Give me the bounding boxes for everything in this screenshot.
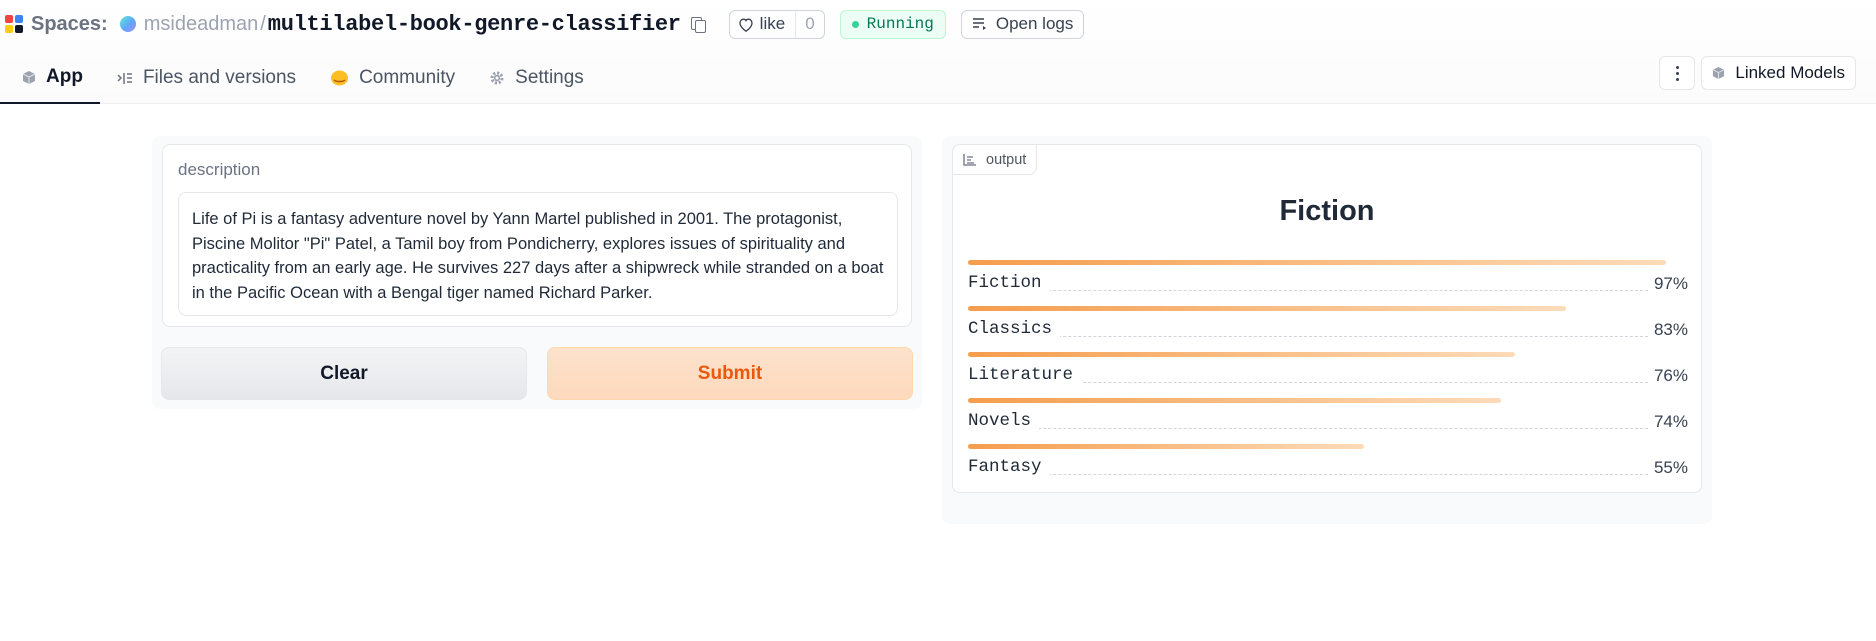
- more-options-button[interactable]: [1659, 56, 1696, 90]
- confidence-bar: [968, 352, 1515, 357]
- status-badge[interactable]: Running: [839, 9, 946, 39]
- tab-files-label: Files and versions: [142, 67, 297, 88]
- top-label: Fiction: [1279, 195, 1375, 227]
- spaces-logo-icon[interactable]: [5, 15, 23, 33]
- output-tag-label: output: [986, 151, 1027, 168]
- submit-button[interactable]: Submit: [547, 347, 913, 400]
- path-separator: /: [260, 12, 266, 35]
- chart-icon: [963, 153, 976, 166]
- files-icon: [117, 72, 132, 84]
- output-panel: output Fiction Fiction 97% Classics 83% …: [942, 136, 1712, 524]
- linked-models-button[interactable]: Linked Models: [1701, 56, 1856, 90]
- confidence-bar: [968, 260, 1666, 265]
- confidence-row[interactable]: Classics 83%: [968, 306, 1688, 352]
- confidence-label: Fiction: [968, 273, 1050, 293]
- status-dot-icon: [851, 20, 859, 28]
- confidence-percent: 83%: [1649, 320, 1688, 340]
- confidence-row[interactable]: Fantasy 55%: [968, 444, 1688, 490]
- copy-icon[interactable]: [689, 15, 707, 33]
- confidence-percent: 74%: [1649, 412, 1688, 432]
- tab-community-label: Community: [359, 67, 456, 88]
- input-panel: description Life of Pi is a fantasy adve…: [152, 136, 922, 409]
- space-tabs: App Files and versions Community Setting…: [0, 52, 601, 104]
- confidence-bar: [968, 306, 1566, 311]
- owner-link[interactable]: msideadman: [144, 13, 259, 36]
- confidence-label: Classics: [968, 319, 1061, 339]
- tab-settings-label: Settings: [515, 67, 584, 88]
- confidence-dots: [968, 336, 1648, 337]
- output-block: output Fiction Fiction 97% Classics 83% …: [952, 144, 1702, 493]
- owner-avatar[interactable]: [119, 16, 136, 32]
- cube-icon: [22, 70, 36, 84]
- like-label: like: [759, 14, 786, 33]
- confidence-bar: [968, 444, 1364, 449]
- tab-files[interactable]: Files and versions: [100, 52, 313, 104]
- repo-name-link[interactable]: multilabel-book-genre-classifier: [268, 12, 681, 37]
- tab-community[interactable]: Community: [313, 52, 472, 104]
- description-textarea[interactable]: Life of Pi is a fantasy adventure novel …: [178, 192, 898, 316]
- tab-app-label: App: [46, 66, 83, 87]
- space-header: Spaces: msideadman / multilabel-book-gen…: [0, 0, 1876, 104]
- confidence-dots: [968, 428, 1648, 429]
- header-tools: Linked Models: [1659, 56, 1856, 90]
- confidence-dots: [968, 290, 1648, 291]
- confidence-percent: 76%: [1649, 366, 1688, 386]
- cube-icon: [1713, 66, 1725, 80]
- confidence-label: Fantasy: [968, 457, 1050, 477]
- confidence-row[interactable]: Fiction 97%: [968, 260, 1688, 306]
- confidence-dots: [968, 474, 1648, 475]
- confidence-percent: 55%: [1649, 458, 1688, 478]
- description-block: description Life of Pi is a fantasy adve…: [162, 144, 912, 327]
- open-logs-label: Open logs: [995, 14, 1074, 33]
- heart-icon: [739, 17, 753, 32]
- logs-icon: [972, 18, 986, 30]
- confidence-row[interactable]: Literature 76%: [968, 352, 1688, 398]
- tab-app[interactable]: App: [0, 52, 100, 104]
- confidence-percent: 97%: [1649, 274, 1688, 294]
- spaces-label[interactable]: Spaces:: [31, 13, 108, 36]
- community-icon: [331, 70, 349, 86]
- linked-models-label: Linked Models: [1735, 63, 1845, 82]
- confidence-label: Literature: [968, 365, 1082, 385]
- like-button[interactable]: like 0: [728, 9, 825, 39]
- status-text: Running: [866, 15, 934, 33]
- description-label: description: [178, 160, 261, 179]
- gear-icon: [490, 71, 504, 85]
- tab-settings[interactable]: Settings: [472, 52, 601, 104]
- confidence-label: Novels: [968, 411, 1040, 431]
- space-title-row: Spaces: msideadman / multilabel-book-gen…: [0, 6, 1085, 42]
- open-logs-button[interactable]: Open logs: [960, 9, 1085, 39]
- clear-button[interactable]: Clear: [161, 347, 527, 400]
- confidence-row[interactable]: Novels 74%: [968, 398, 1688, 444]
- confidence-bar: [968, 398, 1501, 403]
- like-count[interactable]: 0: [795, 10, 823, 38]
- output-tag: output: [952, 144, 1038, 175]
